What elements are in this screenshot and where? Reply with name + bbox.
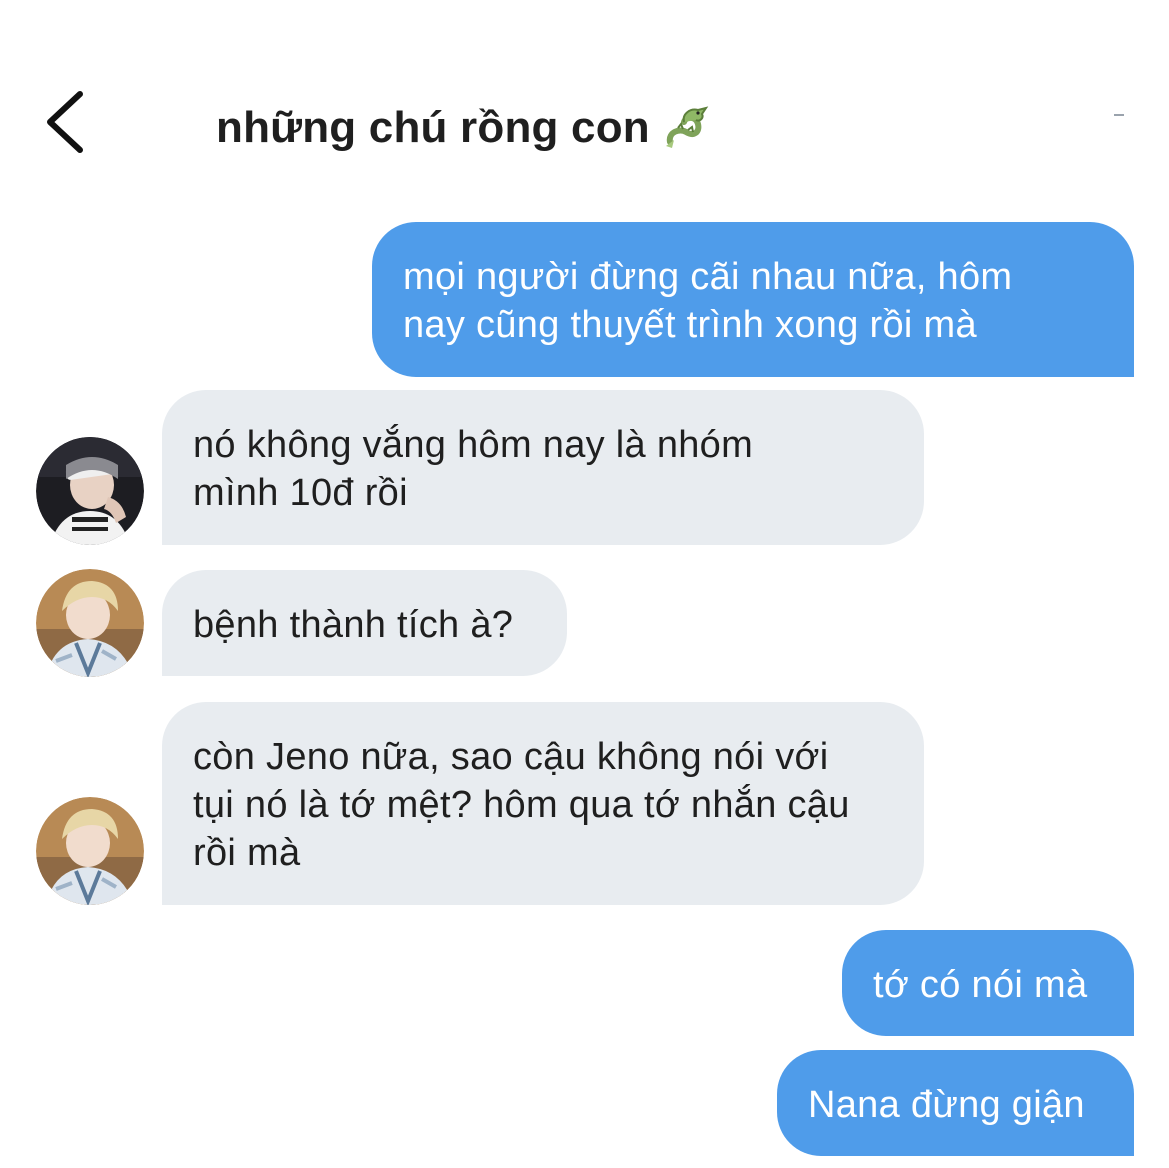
message-text-line: rồi mà: [193, 832, 301, 874]
chevron-left-icon[interactable]: [36, 84, 96, 160]
outgoing-message-bubble[interactable]: tớ có nói mà: [842, 930, 1134, 1036]
message-text-line: mình 10đ rồi: [193, 472, 408, 514]
outgoing-message-bubble[interactable]: Nana đừng giận: [777, 1050, 1134, 1156]
header-dash: [1114, 114, 1124, 116]
avatar[interactable]: [36, 569, 144, 677]
incoming-message-bubble[interactable]: bệnh thành tích à?: [162, 570, 567, 676]
chat-title: những chú rồng con: [216, 103, 650, 152]
chat-header: những chú rồng con: [0, 0, 1169, 200]
incoming-message-bubble[interactable]: còn Jeno nữa, sao cậu không nói với tụi …: [162, 702, 924, 905]
incoming-message-bubble[interactable]: nó không vắng hôm nay là nhóm mình 10đ r…: [162, 390, 924, 545]
chat-title-group[interactable]: những chú rồng con: [216, 96, 712, 160]
message-text-line: Nana đừng giận: [808, 1084, 1085, 1126]
message-text-line: tớ có nói mà: [873, 964, 1088, 1006]
dragon-icon: [665, 106, 709, 148]
outgoing-message-bubble[interactable]: mọi người đừng cãi nhau nữa, hôm nay cũn…: [372, 222, 1134, 377]
avatar[interactable]: [36, 797, 144, 905]
message-text-line: còn Jeno nữa, sao cậu không nói với: [193, 736, 829, 778]
message-text-line: mọi người đừng cãi nhau nữa, hôm: [403, 256, 1013, 298]
message-text-line: nó không vắng hôm nay là nhóm: [193, 424, 754, 466]
message-text-line: bệnh thành tích à?: [193, 604, 514, 646]
message-text-line: tụi nó là tớ mệt? hôm qua tớ nhắn cậu: [193, 784, 850, 826]
message-text-line: nay cũng thuyết trình xong rồi mà: [403, 304, 977, 346]
avatar[interactable]: [36, 437, 144, 545]
